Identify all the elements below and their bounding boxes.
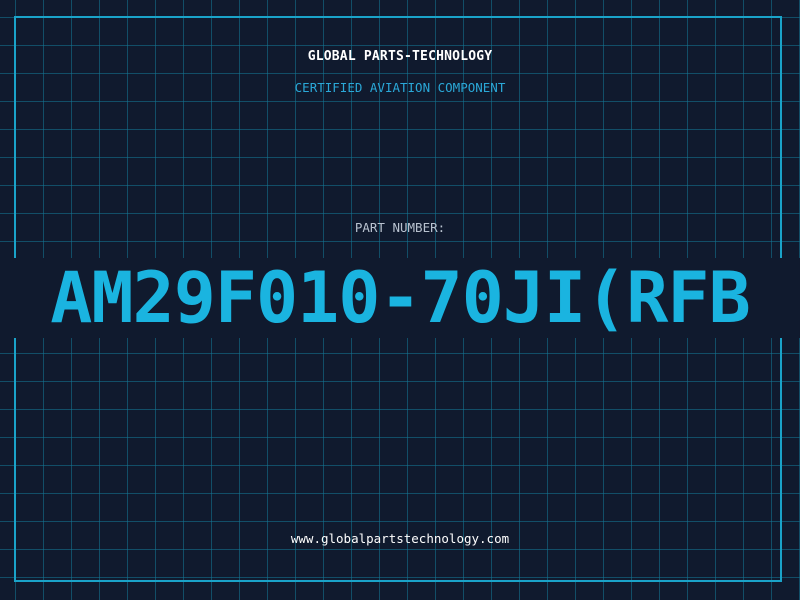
part-card: GLOBAL PARTS-TECHNOLOGY CERTIFIED AVIATI… (0, 0, 800, 600)
part-number-value: AM29F010-70JI(RFB (50, 258, 750, 338)
company-name: GLOBAL PARTS-TECHNOLOGY (307, 49, 493, 64)
website-link[interactable]: www.globalpartstechnology.com (0, 531, 800, 546)
part-number-label: PART NUMBER: (354, 220, 446, 235)
certification-subtitle: CERTIFIED AVIATION COMPONENT (294, 80, 506, 95)
